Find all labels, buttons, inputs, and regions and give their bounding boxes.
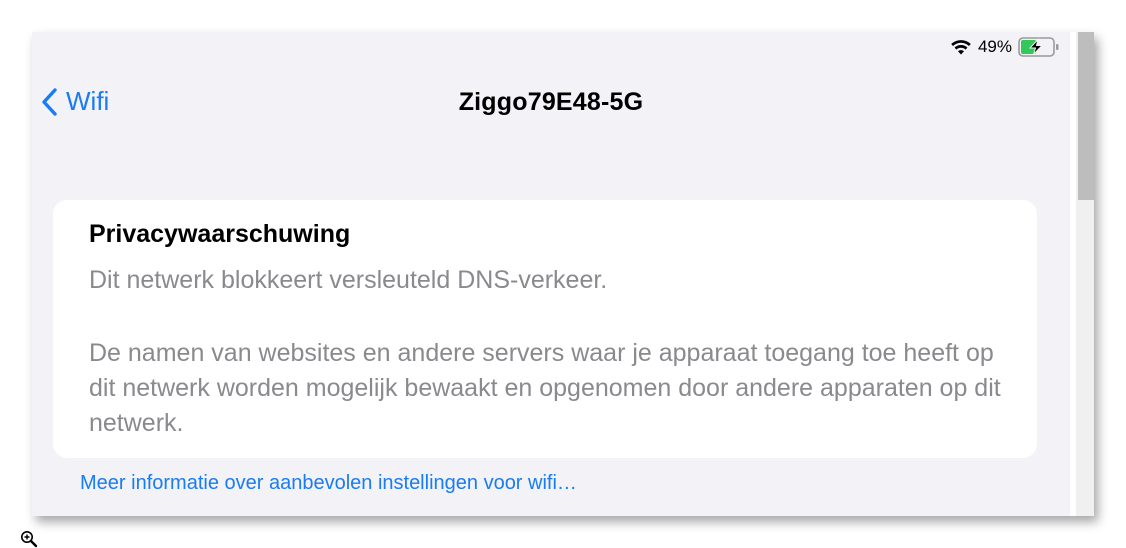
battery-percentage: 49%	[977, 37, 1012, 56]
status-bar: 49%	[950, 36, 1060, 58]
zoom-in-icon[interactable]	[20, 530, 38, 548]
card-title: Privacywaarschuwing	[89, 220, 351, 248]
more-info-link[interactable]: Meer informatie over aanbevolen instelli…	[80, 472, 577, 495]
scrollbar[interactable]	[1070, 32, 1094, 516]
battery-charging-icon	[1018, 37, 1060, 57]
device-screen: 49% Wifi Ziggo79E48-5G Privacywaarschuwi…	[32, 32, 1094, 516]
privacy-warning-card: Privacywaarschuwing Dit netwerk blokkeer…	[53, 200, 1037, 458]
page-title: Ziggo79E48-5G	[458, 88, 644, 116]
navigation-bar: Wifi Ziggo79E48-5G	[32, 84, 1070, 124]
card-body: De namen van websites en andere servers …	[89, 339, 1001, 437]
wifi-icon	[950, 39, 972, 55]
scrollbar-track	[1070, 32, 1076, 516]
card-subtitle: Dit netwerk blokkeert versleuteld DNS-ve…	[89, 266, 608, 294]
scrollbar-thumb[interactable]	[1078, 32, 1094, 200]
